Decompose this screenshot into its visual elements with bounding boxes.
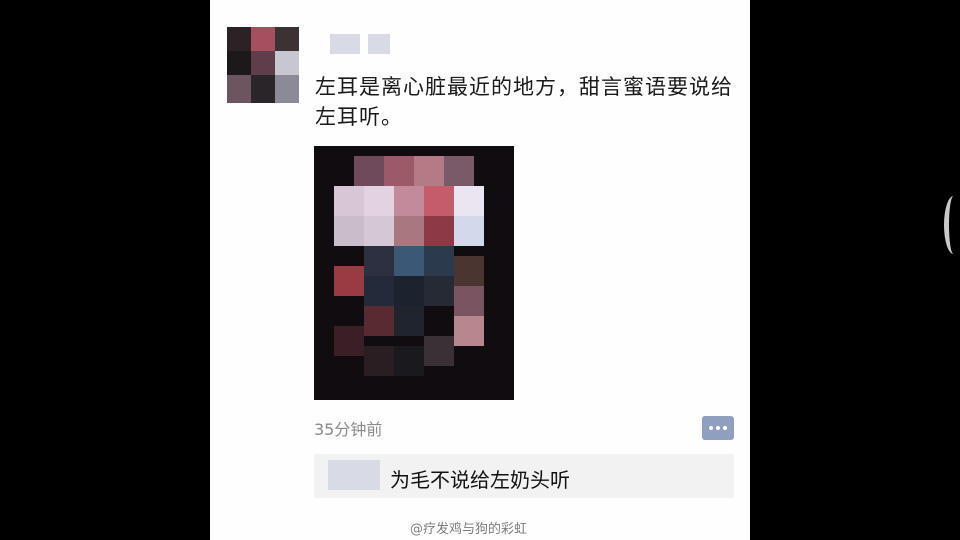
user-avatar[interactable] <box>227 27 299 103</box>
watermark: @疗发鸡与狗的彩虹 <box>410 522 528 537</box>
edge-swipe-handle[interactable] <box>944 196 960 254</box>
comment-text: 为毛不说给左奶头听 <box>390 468 570 492</box>
commenter-avatar-blurred[interactable] <box>328 460 380 490</box>
post-timestamp: 35分钟前 <box>314 420 383 439</box>
comment-bubble-icon[interactable] <box>702 416 734 440</box>
comment-item[interactable]: 为毛不说给左奶头听 <box>314 454 734 498</box>
post-text: 左耳是离心脏最近的地方，甜言蜜语要说给左耳听。 <box>315 75 733 129</box>
moments-post-card: 左耳是离心脏最近的地方，甜言蜜语要说给左耳听。 35分钟前 为毛不说给左奶头听 <box>210 0 750 540</box>
username-blurred[interactable] <box>330 34 390 54</box>
post-photo-blurred[interactable] <box>314 146 514 400</box>
